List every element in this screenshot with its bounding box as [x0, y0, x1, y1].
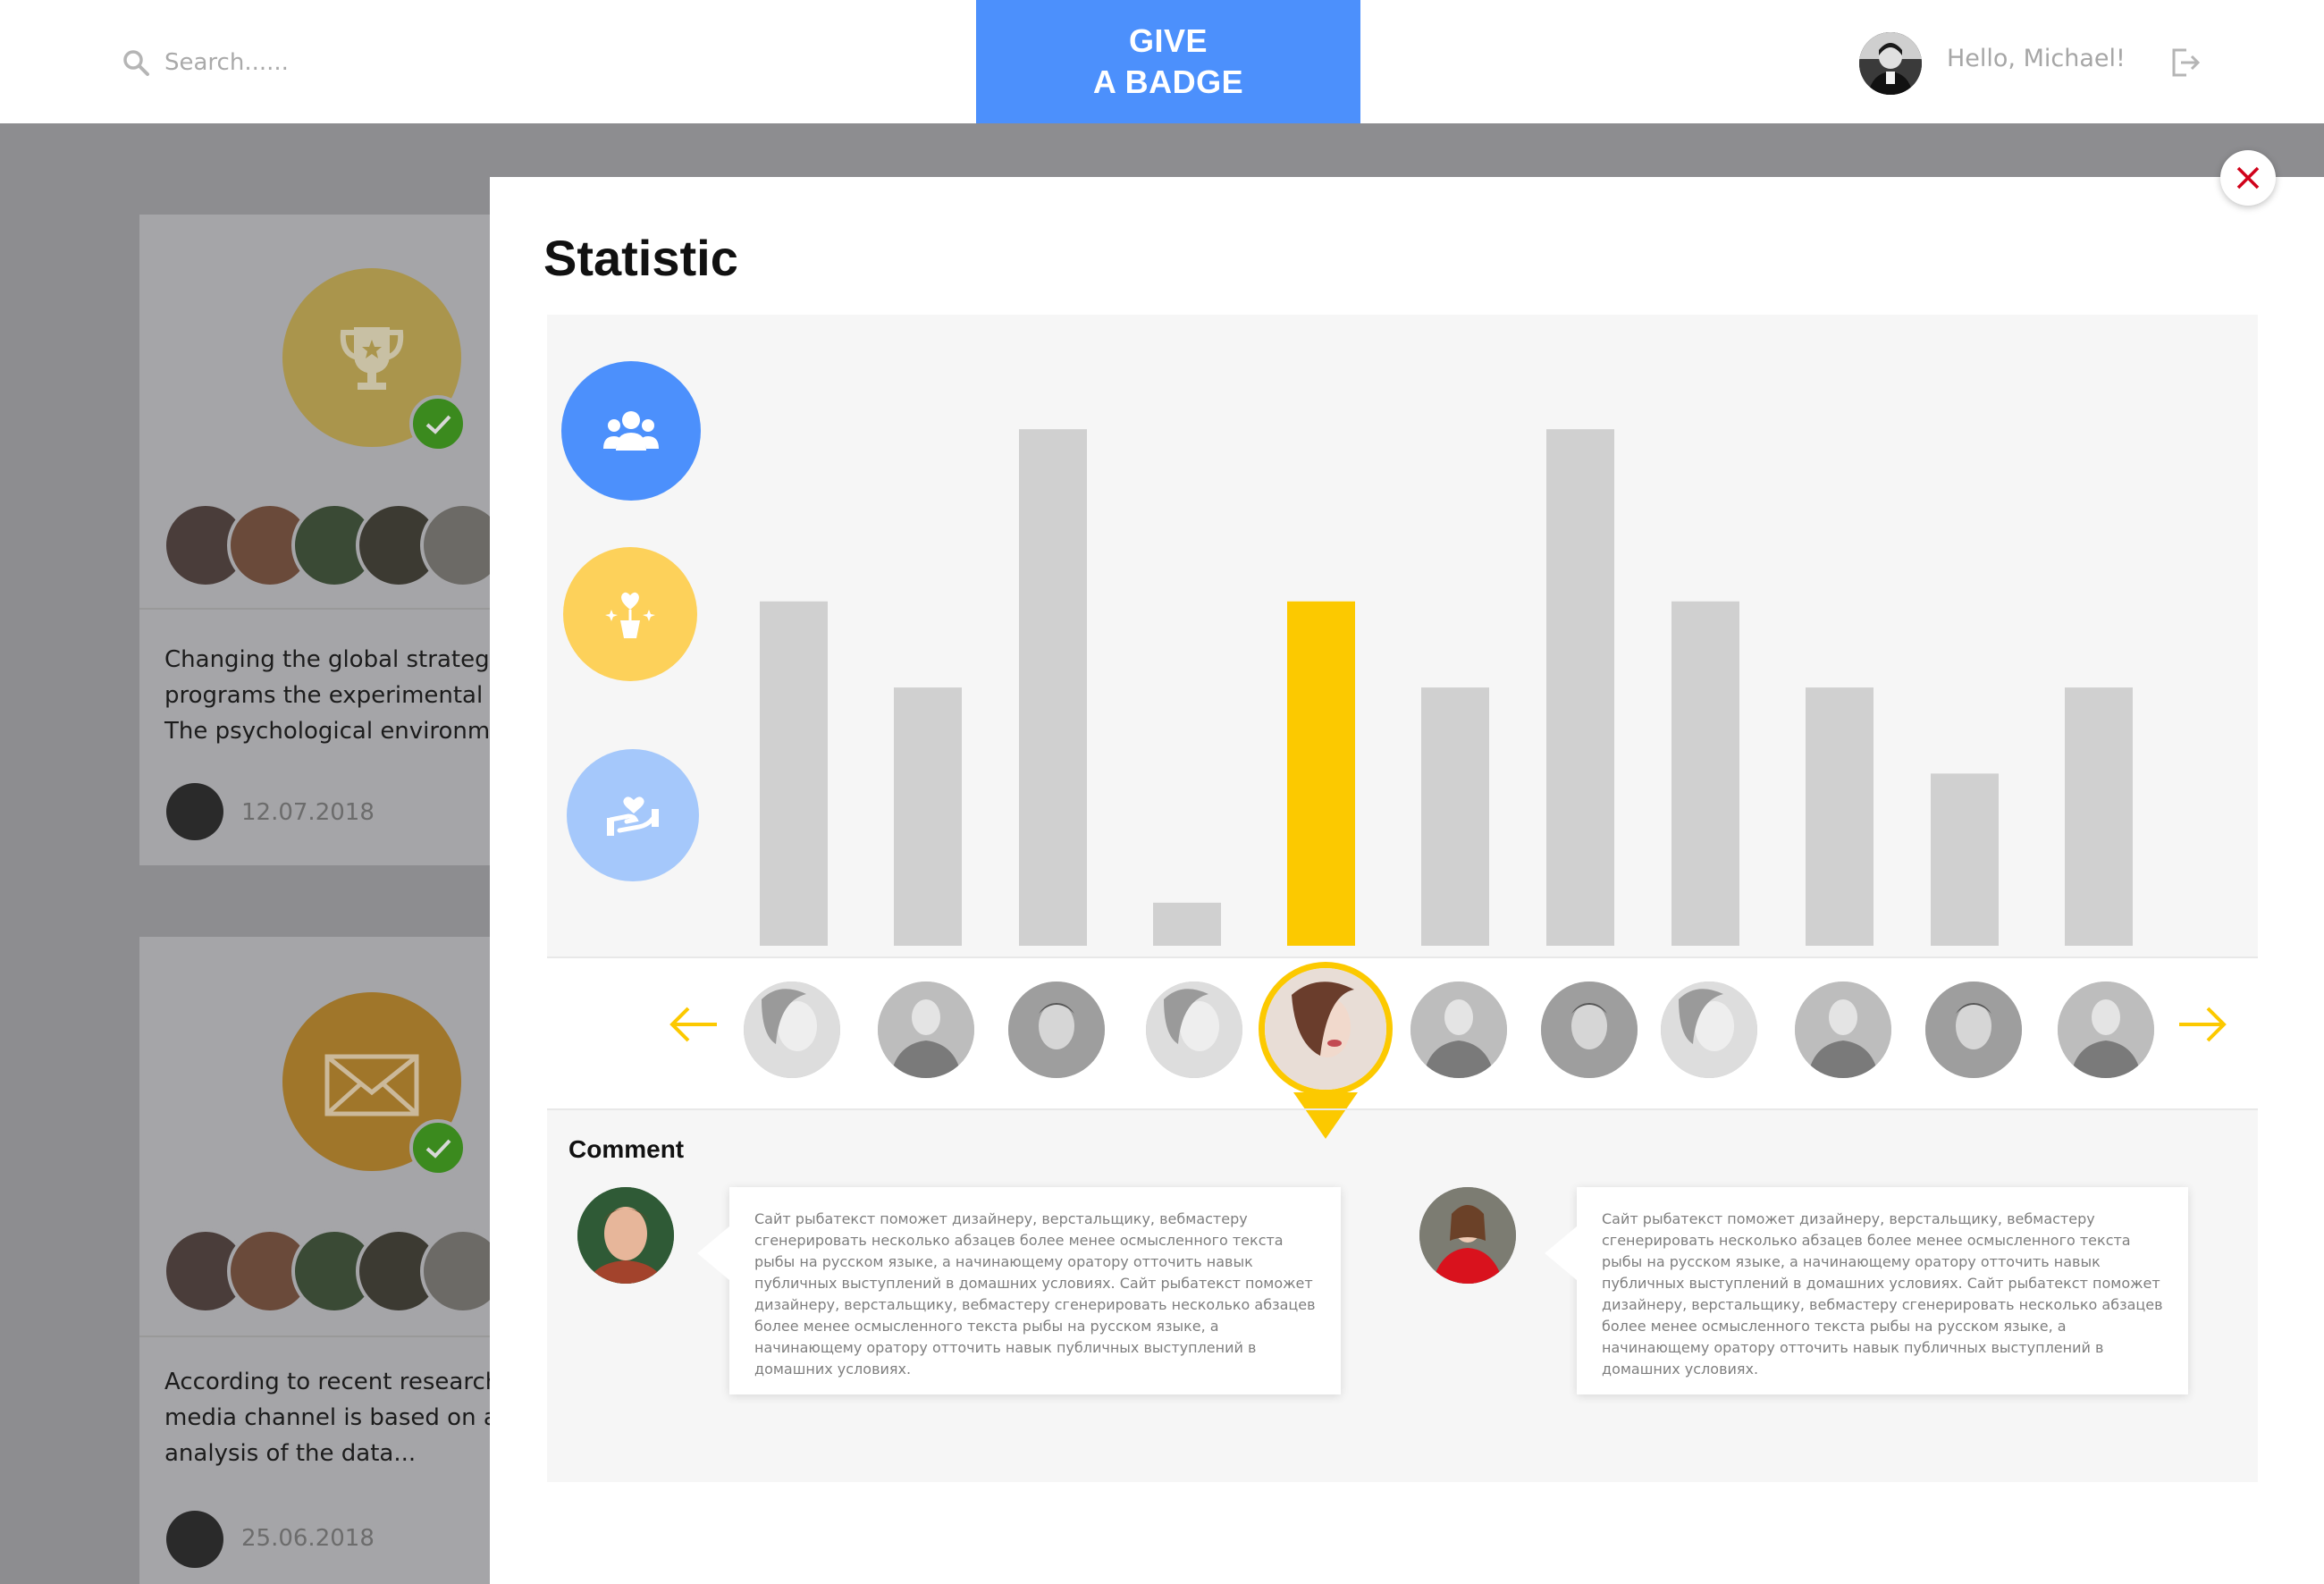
- chart-area: [547, 315, 2258, 956]
- divider: [139, 1335, 515, 1337]
- bar-chart: [760, 429, 2133, 947]
- person-avatar[interactable]: [2058, 982, 2154, 1078]
- commenter-avatar[interactable]: [577, 1187, 674, 1284]
- comment-bubble: Сайт рыбатекст поможет дизайнеру, верста…: [697, 1187, 1341, 1394]
- divider: [139, 608, 515, 610]
- next-arrow-button[interactable]: [2176, 1005, 2229, 1044]
- statistic-modal: Statistic Comment Сайт рыбатекст поможет…: [490, 177, 2324, 1584]
- person-avatar[interactable]: [1146, 982, 1242, 1078]
- card-description: According to recent research, t media ch…: [164, 1369, 529, 1467]
- badge-card[interactable]: Changing the global strategy programs th…: [139, 215, 526, 865]
- logout-icon[interactable]: [2167, 45, 2202, 80]
- chart-bar-highlighted[interactable]: [1287, 601, 1355, 946]
- chart-bar[interactable]: [2065, 687, 2133, 946]
- greeting-text: Hello, Michael!: [1947, 45, 2126, 72]
- chart-bar[interactable]: [1421, 687, 1489, 946]
- chart-bar[interactable]: [1931, 773, 1999, 946]
- search-icon[interactable]: [122, 48, 150, 77]
- card-description: Changing the global strategy programs th…: [164, 646, 526, 745]
- category-team-button[interactable]: [561, 361, 701, 501]
- recipient-avatars: [163, 1228, 538, 1314]
- close-icon: [2236, 166, 2260, 190]
- comments-section: Comment Сайт рыбатекст поможет дизайнеру…: [547, 1110, 2258, 1482]
- person-avatar[interactable]: [1661, 982, 1757, 1078]
- top-bar: GIVE A BADGE Hello, Michael!: [0, 0, 2324, 123]
- card-date: 12.07.2018: [241, 799, 375, 826]
- card-date: 25.06.2018: [241, 1525, 375, 1552]
- badge-card[interactable]: According to recent research, t media ch…: [139, 937, 529, 1584]
- prev-arrow-button[interactable]: [667, 1005, 720, 1044]
- checkmark-icon: [409, 395, 467, 452]
- person-avatar-selected[interactable]: [1259, 962, 1393, 1096]
- person-avatar[interactable]: [1541, 982, 1638, 1078]
- chart-bar[interactable]: [894, 687, 962, 946]
- comment-label: Comment: [568, 1135, 685, 1163]
- chart-bar[interactable]: [1546, 429, 1614, 947]
- chart-bar[interactable]: [1153, 902, 1221, 946]
- commenter-avatar[interactable]: [1419, 1187, 1516, 1284]
- helping-hands-icon: [607, 796, 659, 836]
- chart-bar[interactable]: [760, 601, 828, 946]
- person-avatar[interactable]: [1008, 982, 1105, 1078]
- statistic-panel: Comment Сайт рыбатекст поможет дизайнеру…: [547, 315, 2258, 1482]
- arrow-left-icon: [669, 1007, 717, 1042]
- people-carousel: [547, 958, 2258, 1139]
- person-avatar[interactable]: [1410, 982, 1507, 1078]
- chart-bar[interactable]: [1019, 429, 1087, 947]
- author-avatar[interactable]: [166, 783, 223, 840]
- person-avatar[interactable]: [1795, 982, 1891, 1078]
- chart-bar[interactable]: [1671, 601, 1739, 946]
- comment-bubble: Сайт рыбатекст поможет дизайнеру, верста…: [1545, 1187, 2188, 1394]
- search-input[interactable]: [164, 43, 540, 82]
- chart-bar[interactable]: [1806, 687, 1874, 946]
- give-badge-label-line2: A BADGE: [1092, 63, 1244, 100]
- category-growth-button[interactable]: [563, 547, 697, 681]
- give-badge-button[interactable]: GIVE A BADGE: [976, 0, 1360, 123]
- recipient-avatars: [163, 502, 538, 588]
- person-avatar[interactable]: [744, 982, 840, 1078]
- category-help-button[interactable]: [567, 749, 699, 881]
- modal-title: Statistic: [543, 230, 738, 286]
- person-avatar[interactable]: [1925, 982, 2022, 1078]
- give-badge-label-line1: GIVE: [1128, 22, 1208, 59]
- user-avatar[interactable]: [1859, 32, 1922, 95]
- close-button[interactable]: [2220, 150, 2276, 206]
- team-icon: [603, 411, 659, 451]
- person-avatar[interactable]: [878, 982, 974, 1078]
- author-avatar[interactable]: [166, 1511, 223, 1568]
- heart-plant-icon: [605, 592, 655, 638]
- checkmark-icon: [409, 1119, 467, 1176]
- arrow-right-icon: [2179, 1007, 2227, 1042]
